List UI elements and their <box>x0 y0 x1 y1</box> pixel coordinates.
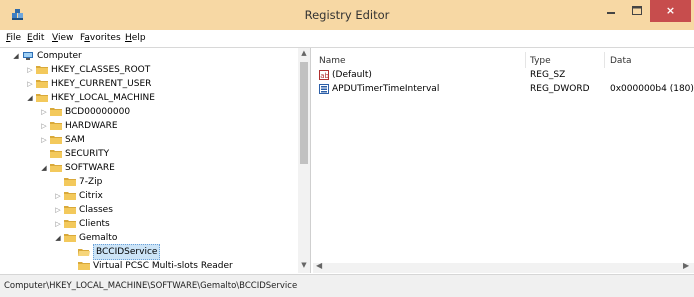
svg-text:ab: ab <box>320 72 329 80</box>
status-bar: Computer\HKEY_LOCAL_MACHINE\SOFTWARE\Gem… <box>0 274 694 297</box>
tree-vertical-scrollbar[interactable]: ▲ ▼ <box>298 48 310 273</box>
expand-arrow-icon[interactable]: ▷ <box>40 105 48 119</box>
tree-node-label: HKEY_CURRENT_USER <box>51 79 152 89</box>
menu-view[interactable]: View <box>52 33 73 43</box>
folder-icon <box>36 80 48 88</box>
expand-arrow-icon[interactable]: ▷ <box>26 77 34 91</box>
expand-arrow-icon[interactable]: ▷ <box>26 63 34 77</box>
value-data: 0x000000b4 (180) <box>610 84 694 94</box>
expand-arrow-icon[interactable]: ▷ <box>40 119 48 133</box>
tree-node-label: SECURITY <box>65 149 110 159</box>
tree-node-label: HKEY_CLASSES_ROOT <box>51 65 151 75</box>
list-horizontal-scrollbar[interactable]: ◀ ▶ <box>313 261 694 273</box>
registry-tree[interactable]: ◢ Computer ▷ HKEY_CLASSES_ROOT ▷ HKEY_CURRENT… <box>4 48 311 273</box>
column-header-type[interactable]: Type <box>530 56 551 66</box>
title-bar: Registry Editor × <box>0 0 694 30</box>
folder-open-icon <box>78 249 90 256</box>
folder-icon <box>64 192 76 200</box>
current-key-path: Computer\HKEY_LOCAL_MACHINE\SOFTWARE\Gem… <box>4 281 298 291</box>
tree-node-label: HKEY_LOCAL_MACHINE <box>51 93 155 103</box>
expand-arrow-icon[interactable]: ▷ <box>40 133 48 147</box>
value-name: (Default) <box>332 70 372 80</box>
maximize-button[interactable] <box>624 0 650 22</box>
tree-scroll-thumb[interactable] <box>300 62 308 164</box>
scroll-right-icon[interactable]: ▶ <box>683 261 689 270</box>
expand-arrow-icon[interactable]: ▷ <box>54 189 62 203</box>
tree-node-label-selected: BCCIDService <box>93 244 161 260</box>
menu-bar: File Edit View Favorites Help <box>0 30 694 47</box>
value-name: APDUTimerTimeInterval <box>332 84 440 94</box>
folder-icon <box>36 94 48 102</box>
expand-arrow-icon[interactable]: ▷ <box>54 217 62 231</box>
tree-node-label: SAM <box>65 135 85 145</box>
value-row[interactable]: ab (Default) REG_SZ <box>313 68 694 82</box>
minimize-button[interactable] <box>598 0 624 22</box>
tree-node-label: SOFTWARE <box>65 163 115 173</box>
value-type: REG_SZ <box>530 70 566 80</box>
folder-icon <box>64 220 76 228</box>
expand-arrow-icon[interactable]: ▷ <box>54 203 62 217</box>
folder-icon <box>36 66 48 74</box>
tree-node-label: Gemalto <box>79 233 118 243</box>
collapse-arrow-icon[interactable]: ◢ <box>26 91 34 105</box>
column-header-name[interactable]: Name <box>319 56 346 66</box>
tree-node-label: Clients <box>79 219 110 229</box>
maximize-icon <box>632 6 642 15</box>
menu-edit[interactable]: Edit <box>27 33 44 43</box>
tree-node-label: Classes <box>79 205 113 215</box>
tree-node-label: HARDWARE <box>65 121 118 131</box>
column-divider[interactable] <box>604 52 605 68</box>
column-header-data[interactable]: Data <box>610 56 632 66</box>
menu-help[interactable]: Help <box>125 33 146 43</box>
scroll-up-icon[interactable]: ▲ <box>298 49 310 57</box>
folder-icon <box>50 136 62 144</box>
menu-file[interactable]: File <box>6 33 21 43</box>
scroll-left-icon[interactable]: ◀ <box>316 261 322 270</box>
menu-favorites[interactable]: Favorites <box>80 33 121 43</box>
column-divider[interactable] <box>525 52 526 68</box>
folder-icon <box>50 122 62 130</box>
tree-node-label: Citrix <box>79 191 103 201</box>
folder-icon <box>64 206 76 214</box>
tree-node-label: Virtual PCSC Multi-slots Reader <box>93 261 233 271</box>
window-title: Registry Editor <box>304 8 390 22</box>
minimize-icon <box>607 12 615 14</box>
folder-icon <box>64 178 76 186</box>
folder-icon <box>64 234 76 242</box>
value-type: REG_DWORD <box>530 84 590 94</box>
collapse-arrow-icon[interactable]: ◢ <box>12 49 20 63</box>
folder-icon <box>50 164 62 172</box>
value-row[interactable]: APDUTimerTimeInterval REG_DWORD 0x000000b4… <box>313 82 694 96</box>
folder-icon <box>50 150 62 158</box>
scroll-down-icon[interactable]: ▼ <box>298 261 310 269</box>
tree-node-label: Computer <box>37 51 82 61</box>
folder-icon <box>50 108 62 116</box>
string-value-icon: ab <box>319 70 329 80</box>
tree-node-label: 7-Zip <box>79 177 103 187</box>
tree-node-label: BCD00000000 <box>65 107 131 117</box>
computer-icon <box>23 52 33 60</box>
collapse-arrow-icon[interactable]: ◢ <box>54 231 62 245</box>
values-list[interactable]: Name Type Data ab (Default) REG_SZ APDUTime… <box>313 48 694 273</box>
binary-value-icon <box>319 84 329 94</box>
close-button[interactable]: × <box>650 0 691 22</box>
folder-icon <box>78 262 90 270</box>
collapse-arrow-icon[interactable]: ◢ <box>40 161 48 175</box>
close-icon: × <box>665 4 676 17</box>
